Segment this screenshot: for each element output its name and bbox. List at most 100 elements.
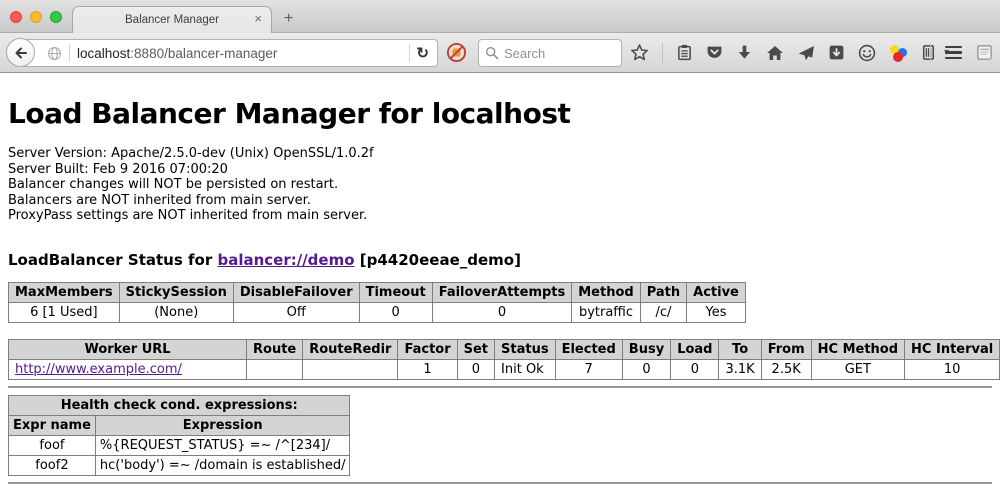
health-check-table: Health check cond. expressions: Expr nam…	[8, 395, 350, 476]
extension-dots-icon[interactable]	[889, 44, 907, 62]
minimize-window-button[interactable]	[30, 11, 42, 23]
table-row: 6 [1 Used] (None) Off 0 0 bytraffic /c/ …	[9, 302, 746, 322]
search-input[interactable]	[504, 46, 615, 61]
tab-title: Balancer Manager	[125, 14, 219, 26]
loadbalancer-heading: LoadBalancer Status for balancer://demo …	[8, 251, 992, 269]
toolbar-icons: ▾	[630, 33, 949, 72]
cell-worker-url: http://www.example.com/	[9, 359, 247, 379]
cell-busy: 0	[622, 359, 670, 379]
menu-hamburger-icon[interactable]	[945, 46, 962, 60]
cell-method: bytraffic	[572, 302, 640, 322]
bottom-divider	[8, 482, 992, 484]
new-tab-button[interactable]: +	[284, 10, 293, 28]
cell-elected: 7	[555, 359, 622, 379]
col-load: Load	[671, 339, 719, 359]
col-failoverattempts: FailoverAttempts	[432, 282, 572, 302]
smiley-feedback-icon[interactable]	[858, 44, 876, 62]
search-bar[interactable]	[478, 39, 622, 67]
table-row: foof %{REQUEST_STATUS} =~ /^[234]/	[9, 435, 350, 455]
back-button[interactable]	[6, 38, 35, 67]
col-factor: Factor	[398, 339, 457, 359]
cell-expression: hc('body') =~ /domain is established/	[95, 455, 350, 475]
cell-factor: 1	[398, 359, 457, 379]
cell-route	[247, 359, 303, 379]
col-expr-name: Expr name	[9, 415, 96, 435]
col-to: To	[719, 339, 761, 359]
cell-hc-interval: 10	[905, 359, 1000, 379]
browser-tab[interactable]: Balancer Manager ×	[72, 6, 272, 33]
tab-close-icon[interactable]: ×	[254, 12, 262, 26]
cell-failoverattempts: 0	[432, 302, 572, 322]
col-maxmembers: MaxMembers	[9, 282, 120, 302]
table-header-row: Worker URL Route RouteRedir Factor Set S…	[9, 339, 1000, 359]
balancer-demo-link[interactable]: balancer://demo	[217, 251, 354, 269]
col-status: Status	[495, 339, 556, 359]
cell-disablefailover: Off	[233, 302, 359, 322]
cell-expr-name: foof2	[9, 455, 96, 475]
col-routeredir: RouteRedir	[303, 339, 398, 359]
toolbar-separator	[662, 43, 663, 63]
cell-set: 0	[457, 359, 494, 379]
close-window-button[interactable]	[10, 11, 22, 23]
table-title-row: Health check cond. expressions:	[9, 395, 350, 415]
heading-suffix: [p4420eeae_demo]	[355, 251, 521, 269]
url-separator	[69, 44, 70, 62]
home-icon[interactable]	[766, 44, 784, 62]
search-icon	[485, 46, 499, 60]
plugin-blocked-icon[interactable]	[446, 42, 467, 68]
table-header-row: MaxMembers StickySession DisableFailover…	[9, 282, 746, 302]
cell-timeout: 0	[359, 302, 432, 322]
cell-load: 0	[671, 359, 719, 379]
cell-routeredir	[303, 359, 398, 379]
bookmarks-menu-icon[interactable]	[676, 44, 693, 61]
health-table-title: Health check cond. expressions:	[9, 395, 350, 415]
send-plane-icon[interactable]	[797, 44, 815, 62]
page-title: Load Balancer Manager for localhost	[8, 97, 992, 130]
url-bar[interactable]: localhost:8880/balancer-manager ↻	[20, 39, 438, 67]
reload-icon[interactable]: ↻	[416, 44, 429, 62]
server-version-line: Server Version: Apache/2.5.0-dev (Unix) …	[8, 146, 992, 162]
cell-stickysession: (None)	[119, 302, 233, 322]
zoom-window-button[interactable]	[50, 11, 62, 23]
cell-active: Yes	[687, 302, 746, 322]
col-elected: Elected	[555, 339, 622, 359]
toolbar-right	[930, 33, 993, 72]
col-busy: Busy	[622, 339, 670, 359]
balancer-params-table: MaxMembers StickySession DisableFailover…	[8, 282, 746, 323]
col-path: Path	[640, 282, 686, 302]
site-identity-globe-icon[interactable]	[47, 46, 62, 61]
window-controls	[10, 11, 62, 23]
table-row: http://www.example.com/ 1 0 Init Ok 7 0 …	[9, 359, 1000, 379]
col-worker-url: Worker URL	[9, 339, 247, 359]
worker-url-link[interactable]: http://www.example.com/	[15, 362, 182, 377]
cell-status: Init Ok	[495, 359, 556, 379]
bookmark-star-icon[interactable]	[630, 43, 649, 62]
heading-prefix: LoadBalancer Status for	[8, 251, 217, 269]
col-stickysession: StickySession	[119, 282, 233, 302]
cell-path: /c/	[640, 302, 686, 322]
inherit-notice-line: Balancers are NOT inherited from main se…	[8, 193, 992, 209]
section-divider	[8, 386, 992, 388]
page-thumbnail-icon[interactable]	[976, 44, 993, 61]
col-hc-method: HC Method	[811, 339, 904, 359]
save-panel-icon[interactable]	[828, 44, 845, 61]
download-icon[interactable]	[736, 44, 753, 61]
cell-to: 3.1K	[719, 359, 761, 379]
col-expression: Expression	[95, 415, 350, 435]
server-built-line: Server Built: Feb 9 2016 07:00:20	[8, 162, 992, 178]
col-from: From	[761, 339, 811, 359]
url-path: :8880/balancer-manager	[130, 46, 277, 61]
window-titlebar: Balancer Manager × +	[0, 0, 1000, 33]
navigation-toolbar: localhost:8880/balancer-manager ↻	[0, 33, 1000, 73]
col-method: Method	[572, 282, 640, 302]
pocket-icon[interactable]	[706, 44, 723, 61]
worker-table: Worker URL Route RouteRedir Factor Set S…	[8, 339, 1000, 380]
url-text[interactable]: localhost:8880/balancer-manager	[77, 46, 409, 61]
table-header-row: Expr name Expression	[9, 415, 350, 435]
col-disablefailover: DisableFailover	[233, 282, 359, 302]
back-arrow-icon	[13, 45, 29, 61]
server-info: Server Version: Apache/2.5.0-dev (Unix) …	[8, 146, 992, 224]
cell-maxmembers: 6 [1 Used]	[9, 302, 120, 322]
cell-hc-method: GET	[811, 359, 904, 379]
page-content: Load Balancer Manager for localhost Serv…	[0, 97, 1000, 484]
